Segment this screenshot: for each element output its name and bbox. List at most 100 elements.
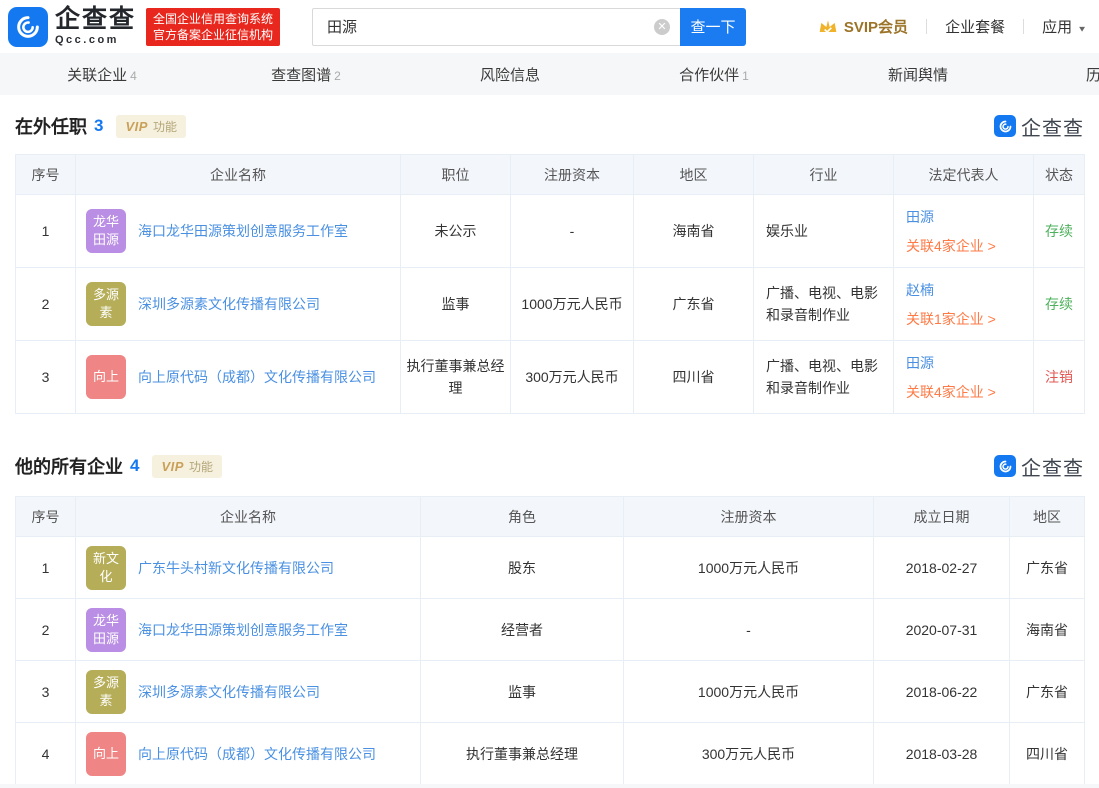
table-row: 4 向上 向上原代码（成都）文化传播有限公司 执行董事兼总经理 300万元人民币… xyxy=(15,722,1085,785)
col-position: 职位 xyxy=(400,154,511,195)
region-cell: 广东省 xyxy=(633,267,754,341)
tab-chacha-graph[interactable]: 查查图谱 2 xyxy=(204,64,408,85)
related-companies-link[interactable]: 关联4家企业 > xyxy=(906,381,1021,403)
date-cell: 2018-02-27 xyxy=(873,536,1010,599)
position-cell: 监事 xyxy=(400,267,511,341)
legal-rep-link[interactable]: 赵楠 xyxy=(906,279,1021,301)
company-link[interactable]: 广东牛头村新文化传播有限公司 xyxy=(138,557,334,579)
tab-partners[interactable]: 合作伙伴 1 xyxy=(612,64,816,85)
company-logo[interactable]: 多源素 xyxy=(86,282,126,326)
status-badge: 存续 xyxy=(1045,223,1073,239)
crown-icon xyxy=(819,19,837,33)
status-badge: 注销 xyxy=(1045,369,1073,385)
col-role: 角色 xyxy=(420,496,624,537)
col-industry: 行业 xyxy=(753,154,894,195)
industry-cell: 广播、电视、电影和录音制作业 xyxy=(753,340,894,414)
tab-news[interactable]: 新闻舆情 xyxy=(816,64,1020,85)
role-cell: 股东 xyxy=(420,536,624,599)
col-seq: 序号 xyxy=(15,496,76,537)
industry-cell: 娱乐业 xyxy=(753,194,894,268)
seq-cell: 2 xyxy=(15,598,76,661)
search-button[interactable]: 查一下 xyxy=(680,7,747,46)
qcc-watermark-icon xyxy=(994,115,1016,137)
region-cell: 四川省 xyxy=(633,340,754,414)
search-input[interactable] xyxy=(312,7,681,46)
company-logo[interactable]: 新文化 xyxy=(86,545,126,590)
section-title: 他的所有企业 xyxy=(15,457,123,477)
company-link[interactable]: 深圳多源素文化传播有限公司 xyxy=(138,681,320,703)
role-cell: 经营者 xyxy=(420,598,624,661)
seq-cell: 3 xyxy=(15,660,76,723)
company-logo[interactable]: 多源素 xyxy=(86,669,126,714)
company-link[interactable]: 向上原代码（成都）文化传播有限公司 xyxy=(138,743,376,765)
date-cell: 2018-03-28 xyxy=(873,722,1010,785)
clear-search-icon[interactable]: ✕ xyxy=(654,18,671,35)
company-link[interactable]: 向上原代码（成都）文化传播有限公司 xyxy=(138,366,376,388)
cert-line-1: 全国企业信用查询系统 xyxy=(153,11,274,26)
capital-cell: 300万元人民币 xyxy=(510,340,634,414)
next-section-edge xyxy=(0,784,1099,788)
packages-link[interactable]: 企业套餐 xyxy=(945,16,1005,37)
apps-label: 应用 xyxy=(1042,19,1073,36)
chevron-down-icon: ▼ xyxy=(1077,25,1087,34)
apps-menu[interactable]: 应用 ▼ xyxy=(1042,16,1087,37)
col-status: 状态 xyxy=(1033,154,1085,195)
brand-name: 企查查 xyxy=(55,5,137,33)
vip-feature-badge[interactable]: VIP 功能 xyxy=(152,454,222,478)
col-founded-date: 成立日期 xyxy=(873,496,1010,537)
legal-rep-link[interactable]: 田源 xyxy=(906,206,1021,228)
company-logo[interactable]: 龙华田源 xyxy=(86,607,126,652)
top-header: 企查查 Qcc.com 全国企业信用查询系统 官方备案企业征信机构 ✕ 查一下 … xyxy=(0,0,1099,53)
company-logo[interactable]: 向上 xyxy=(86,731,126,776)
legal-rep-link[interactable]: 田源 xyxy=(906,352,1021,374)
region-cell: 海南省 xyxy=(1009,598,1085,661)
role-cell: 监事 xyxy=(420,660,624,723)
col-capital: 注册资本 xyxy=(510,154,634,195)
company-link[interactable]: 海口龙华田源策划创意服务工作室 xyxy=(138,619,348,641)
seq-cell: 2 xyxy=(15,267,76,341)
table-row: 2 龙华田源 海口龙华田源策划创意服务工作室 经营者 - 2020-07-31 … xyxy=(15,598,1085,661)
table-row: 1 新文化 广东牛头村新文化传播有限公司 股东 1000万元人民币 2018-0… xyxy=(15,536,1085,599)
capital-cell: - xyxy=(510,194,634,268)
col-region: 地区 xyxy=(1009,496,1085,537)
related-companies-link[interactable]: 关联4家企业 > xyxy=(906,235,1021,257)
qcc-logo[interactable]: 企查查 Qcc.com xyxy=(8,5,137,47)
table-row: 2 多源素 深圳多源素文化传播有限公司 监事 1000万元人民币 广东省 广播、… xyxy=(15,267,1085,341)
region-cell: 四川省 xyxy=(1009,722,1085,785)
company-link[interactable]: 海口龙华田源策划创意服务工作室 xyxy=(138,220,348,242)
vip-icon: VIP xyxy=(161,458,184,474)
date-cell: 2020-07-31 xyxy=(873,598,1010,661)
seq-cell: 1 xyxy=(15,536,76,599)
tab-related-companies[interactable]: 关联企业 4 xyxy=(0,64,204,85)
table-row: 1 龙华田源 海口龙华田源策划创意服务工作室 未公示 - 海南省 娱乐业 田源 … xyxy=(15,194,1085,268)
qcc-logo-icon xyxy=(8,6,48,47)
position-cell: 未公示 xyxy=(400,194,511,268)
company-link[interactable]: 深圳多源素文化传播有限公司 xyxy=(138,293,320,315)
tab-history[interactable]: 历 xyxy=(1086,64,1099,85)
tab-count: 2 xyxy=(334,68,341,83)
divider xyxy=(926,19,928,34)
section-count: 4 xyxy=(130,456,140,475)
svip-link[interactable]: SVIP会员 xyxy=(818,16,908,37)
role-cell: 执行董事兼总经理 xyxy=(420,722,624,785)
position-cell: 执行董事兼总经理 xyxy=(400,340,511,414)
cert-line-2: 官方备案企业征信机构 xyxy=(153,27,274,42)
certification-badge: 全国企业信用查询系统 官方备案企业征信机构 xyxy=(146,7,281,46)
col-region: 地区 xyxy=(633,154,754,195)
company-logo[interactable]: 向上 xyxy=(86,355,126,399)
col-seq: 序号 xyxy=(15,154,76,195)
tab-risk-info[interactable]: 风险信息 xyxy=(408,64,612,85)
all-companies-table: 序号 企业名称 角色 注册资本 成立日期 地区 1 新文化 广东牛头村新文化传播… xyxy=(15,496,1085,785)
capital-cell: 1000万元人民币 xyxy=(623,660,874,723)
vip-feature-badge[interactable]: VIP 功能 xyxy=(116,114,186,138)
related-companies-link[interactable]: 关联1家企业 > xyxy=(906,308,1021,330)
table-header-row: 序号 企业名称 角色 注册资本 成立日期 地区 xyxy=(15,496,1085,537)
table-row: 3 多源素 深圳多源素文化传播有限公司 监事 1000万元人民币 2018-06… xyxy=(15,660,1085,723)
col-legal-rep: 法定代表人 xyxy=(893,154,1034,195)
company-logo[interactable]: 龙华田源 xyxy=(86,209,126,253)
industry-cell: 广播、电视、电影和录音制作业 xyxy=(753,267,894,341)
capital-cell: 300万元人民币 xyxy=(623,722,874,785)
table-header-row: 序号 企业名称 职位 注册资本 地区 行业 法定代表人 状态 xyxy=(15,154,1085,195)
tab-count: 1 xyxy=(742,68,749,83)
seq-cell: 4 xyxy=(15,722,76,785)
